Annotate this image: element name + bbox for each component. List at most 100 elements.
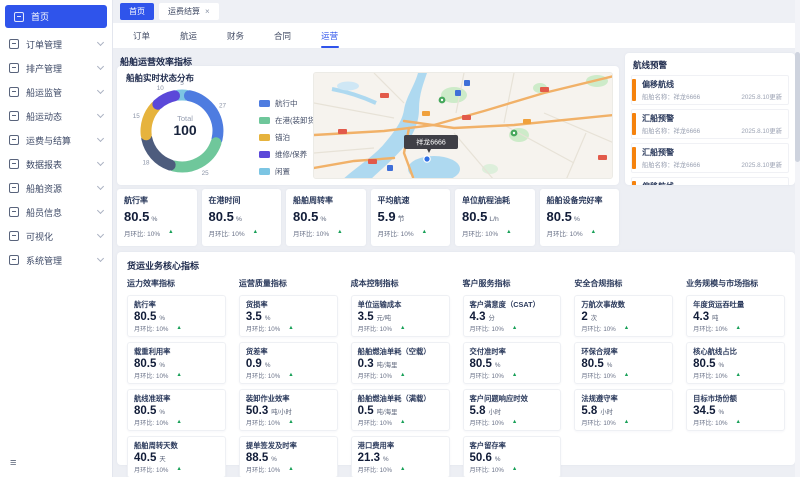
alert-meta: 船舶名称：祥龙66662025.8.10更新 xyxy=(642,160,782,169)
up-arrow-icon: ▲ xyxy=(736,373,741,379)
legend-swatch xyxy=(259,151,270,158)
up-arrow-icon: ▲ xyxy=(400,326,405,332)
up-arrow-icon: ▲ xyxy=(176,326,181,332)
sidebar-item-系统管理[interactable]: 系统管理 xyxy=(0,248,112,272)
mom-label: 月环比: 10% xyxy=(693,324,727,333)
kpi-label: 平均航速 xyxy=(378,195,444,206)
alert-item[interactable]: 汇船预警船舶名称：祥龙66662025.8.10更新 xyxy=(631,143,789,173)
subtab-合同[interactable]: 合同 xyxy=(272,24,293,48)
mom-label: 月环比: 10% xyxy=(470,465,504,474)
sidebar-item-可视化[interactable]: 可视化 xyxy=(0,224,112,248)
alert-ship-name: 船舶名称：祥龙6666 xyxy=(642,160,700,169)
metric-card-客户问题响应时效: 客户问题响应时效5.8小时月环比: 10%▲ xyxy=(463,389,562,431)
metric-unit: 次 xyxy=(591,315,597,322)
kpi-value: 80.5% xyxy=(547,209,613,224)
subtab-航运[interactable]: 航运 xyxy=(178,24,199,48)
sidebar-item-船员信息[interactable]: 船员信息 xyxy=(0,200,112,224)
mom-label: 月环比: 10% xyxy=(470,324,504,333)
sidebar-menu: 首页订单管理排产管理船运监管船运动态运费与结算数据报表船舶资源船员信息可视化系统… xyxy=(0,5,112,272)
mom-change: 月环比: 10%▲ xyxy=(470,465,555,474)
ship-marker[interactable] xyxy=(424,156,430,162)
freight-column-header: 安全合规指标 xyxy=(574,278,673,289)
legend-item-航行中: 航行中 xyxy=(259,98,318,109)
legend-label: 锚泊 xyxy=(275,132,290,143)
freight-column-运营质量指标: 运营质量指标货损率3.5%月环比: 10%▲货差率0.9%月环比: 10%▲装卸… xyxy=(239,278,338,477)
metric-label: 航线准班率 xyxy=(134,394,219,404)
alert-item[interactable]: 偏移航线船舶名称：祥龙66662025.8.10更新 xyxy=(631,75,789,105)
scrollbar-track[interactable] xyxy=(795,0,800,477)
mom-label: 月环比: 10% xyxy=(547,228,583,238)
sidebar-item-船运监管[interactable]: 船运监管 xyxy=(0,80,112,104)
up-arrow-icon: ▲ xyxy=(736,326,741,332)
legend-swatch xyxy=(259,117,270,124)
subtab-财务[interactable]: 财务 xyxy=(225,24,246,48)
metric-value: 80.5% xyxy=(134,405,219,417)
crew-info-icon xyxy=(9,207,19,217)
metric-value: 0.3吨/海里 xyxy=(358,358,443,370)
freight-column-header: 成本控制指标 xyxy=(351,278,450,289)
home-icon xyxy=(14,12,24,22)
sidebar-item-排产管理[interactable]: 排产管理 xyxy=(0,56,112,80)
metric-unit: % xyxy=(607,362,613,369)
mom-label: 月环比: 10% xyxy=(693,418,727,427)
sidebar-collapse-icon[interactable]: ≡ xyxy=(10,457,16,469)
tab-首页[interactable]: 首页 xyxy=(120,3,154,20)
subtab-运营[interactable]: 运营 xyxy=(319,24,340,48)
chevron-down-icon xyxy=(97,159,104,166)
kpi-value: 80.5% xyxy=(124,209,190,224)
sidebar-item-label: 订单管理 xyxy=(26,38,98,51)
freight-column-运力效率指标: 运力效率指标航行率80.5%月环比: 10%▲载重利用率80.5%月环比: 10… xyxy=(127,278,226,477)
sidebar-item-label: 首页 xyxy=(31,10,98,23)
sidebar-item-订单管理[interactable]: 订单管理 xyxy=(0,32,112,56)
legend-item-在港(装卸货): 在港(装卸货) xyxy=(259,115,318,126)
close-icon[interactable]: × xyxy=(205,8,210,16)
metric-card-法规遵守率: 法规遵守率5.8小时月环比: 10%▲ xyxy=(574,389,673,431)
alert-ship-name: 船舶名称：祥龙6666 xyxy=(642,92,700,101)
metric-value: 21.3% xyxy=(358,452,443,464)
up-arrow-icon: ▲ xyxy=(624,326,629,332)
sidebar-item-数据报表[interactable]: 数据报表 xyxy=(0,152,112,176)
metric-value: 80.5% xyxy=(581,358,666,370)
up-arrow-icon: ▲ xyxy=(422,230,427,236)
up-arrow-icon: ▲ xyxy=(288,420,293,426)
sidebar-item-label: 可视化 xyxy=(26,230,98,243)
subtab-订单[interactable]: 订单 xyxy=(131,24,152,48)
kpi-value: 80.5% xyxy=(209,209,275,224)
tab-运费结算[interactable]: 运费结算× xyxy=(159,3,219,20)
mom-label: 月环比: 10% xyxy=(358,324,392,333)
kpi-card-航行率: 航行率80.5%月环比: 10%▲ xyxy=(117,189,197,246)
mom-change: 月环比: 10%▲ xyxy=(134,465,219,474)
sidebar-item-运费与结算[interactable]: 运费与结算 xyxy=(0,128,112,152)
up-arrow-icon: ▲ xyxy=(337,230,342,236)
kpi-value: 80.5% xyxy=(293,209,359,224)
freight-column-业务规模与市场指标: 业务规模与市场指标年度货运吞吐量4.3吨月环比: 10%▲核心航线占比80.5%… xyxy=(686,278,785,477)
metric-unit: % xyxy=(265,315,271,322)
mom-change: 月环比: 10%▲ xyxy=(693,418,778,427)
route-alerts-title: 航线预警 xyxy=(633,59,787,71)
sidebar-item-首页[interactable]: 首页 xyxy=(5,5,107,28)
metric-label: 船舶燃油单耗（满载） xyxy=(358,394,443,404)
alert-item[interactable]: 偏移航线船舶名称：祥龙66662025.8.10更新 xyxy=(631,177,789,185)
freight-column-成本控制指标: 成本控制指标单位运输成本3.5元/吨月环比: 10%▲船舶燃油单耗（空载）0.3… xyxy=(351,278,450,477)
metric-card-航线准班率: 航线准班率80.5%月环比: 10%▲ xyxy=(127,389,226,431)
alert-item[interactable]: 汇船预警船舶名称：祥龙66662025.8.10更新 xyxy=(631,109,789,139)
metric-card-环保合规率: 环保合规率80.5%月环比: 10%▲ xyxy=(574,342,673,384)
mom-label: 月环比: 10% xyxy=(134,465,168,474)
donut-value-label: 5 xyxy=(180,80,184,87)
sidebar: 首页订单管理排产管理船运监管船运动态运费与结算数据报表船舶资源船员信息可视化系统… xyxy=(0,0,113,477)
metric-label: 航行率 xyxy=(134,300,219,310)
chevron-down-icon xyxy=(97,183,104,190)
up-arrow-icon: ▲ xyxy=(400,420,405,426)
shipping-dynamics-icon xyxy=(9,111,19,121)
legend-swatch xyxy=(259,168,270,175)
chevron-down-icon xyxy=(97,135,104,142)
sidebar-item-船舶资源[interactable]: 船舶资源 xyxy=(0,176,112,200)
sidebar-item-船运动态[interactable]: 船运动态 xyxy=(0,104,112,128)
map-canvas[interactable]: 祥龙6666 xyxy=(313,72,613,179)
scrollbar-thumb[interactable] xyxy=(795,52,800,162)
alert-updated: 2025.8.10更新 xyxy=(741,92,782,101)
mom-change: 月环比: 10%▲ xyxy=(134,418,219,427)
up-arrow-icon: ▲ xyxy=(400,373,405,379)
ship-status-panel: 船舶实时状态分布 52725181510 Total 100 航行中在港(装卸货… xyxy=(117,66,619,185)
donut-segment-unlabeled xyxy=(147,139,170,166)
